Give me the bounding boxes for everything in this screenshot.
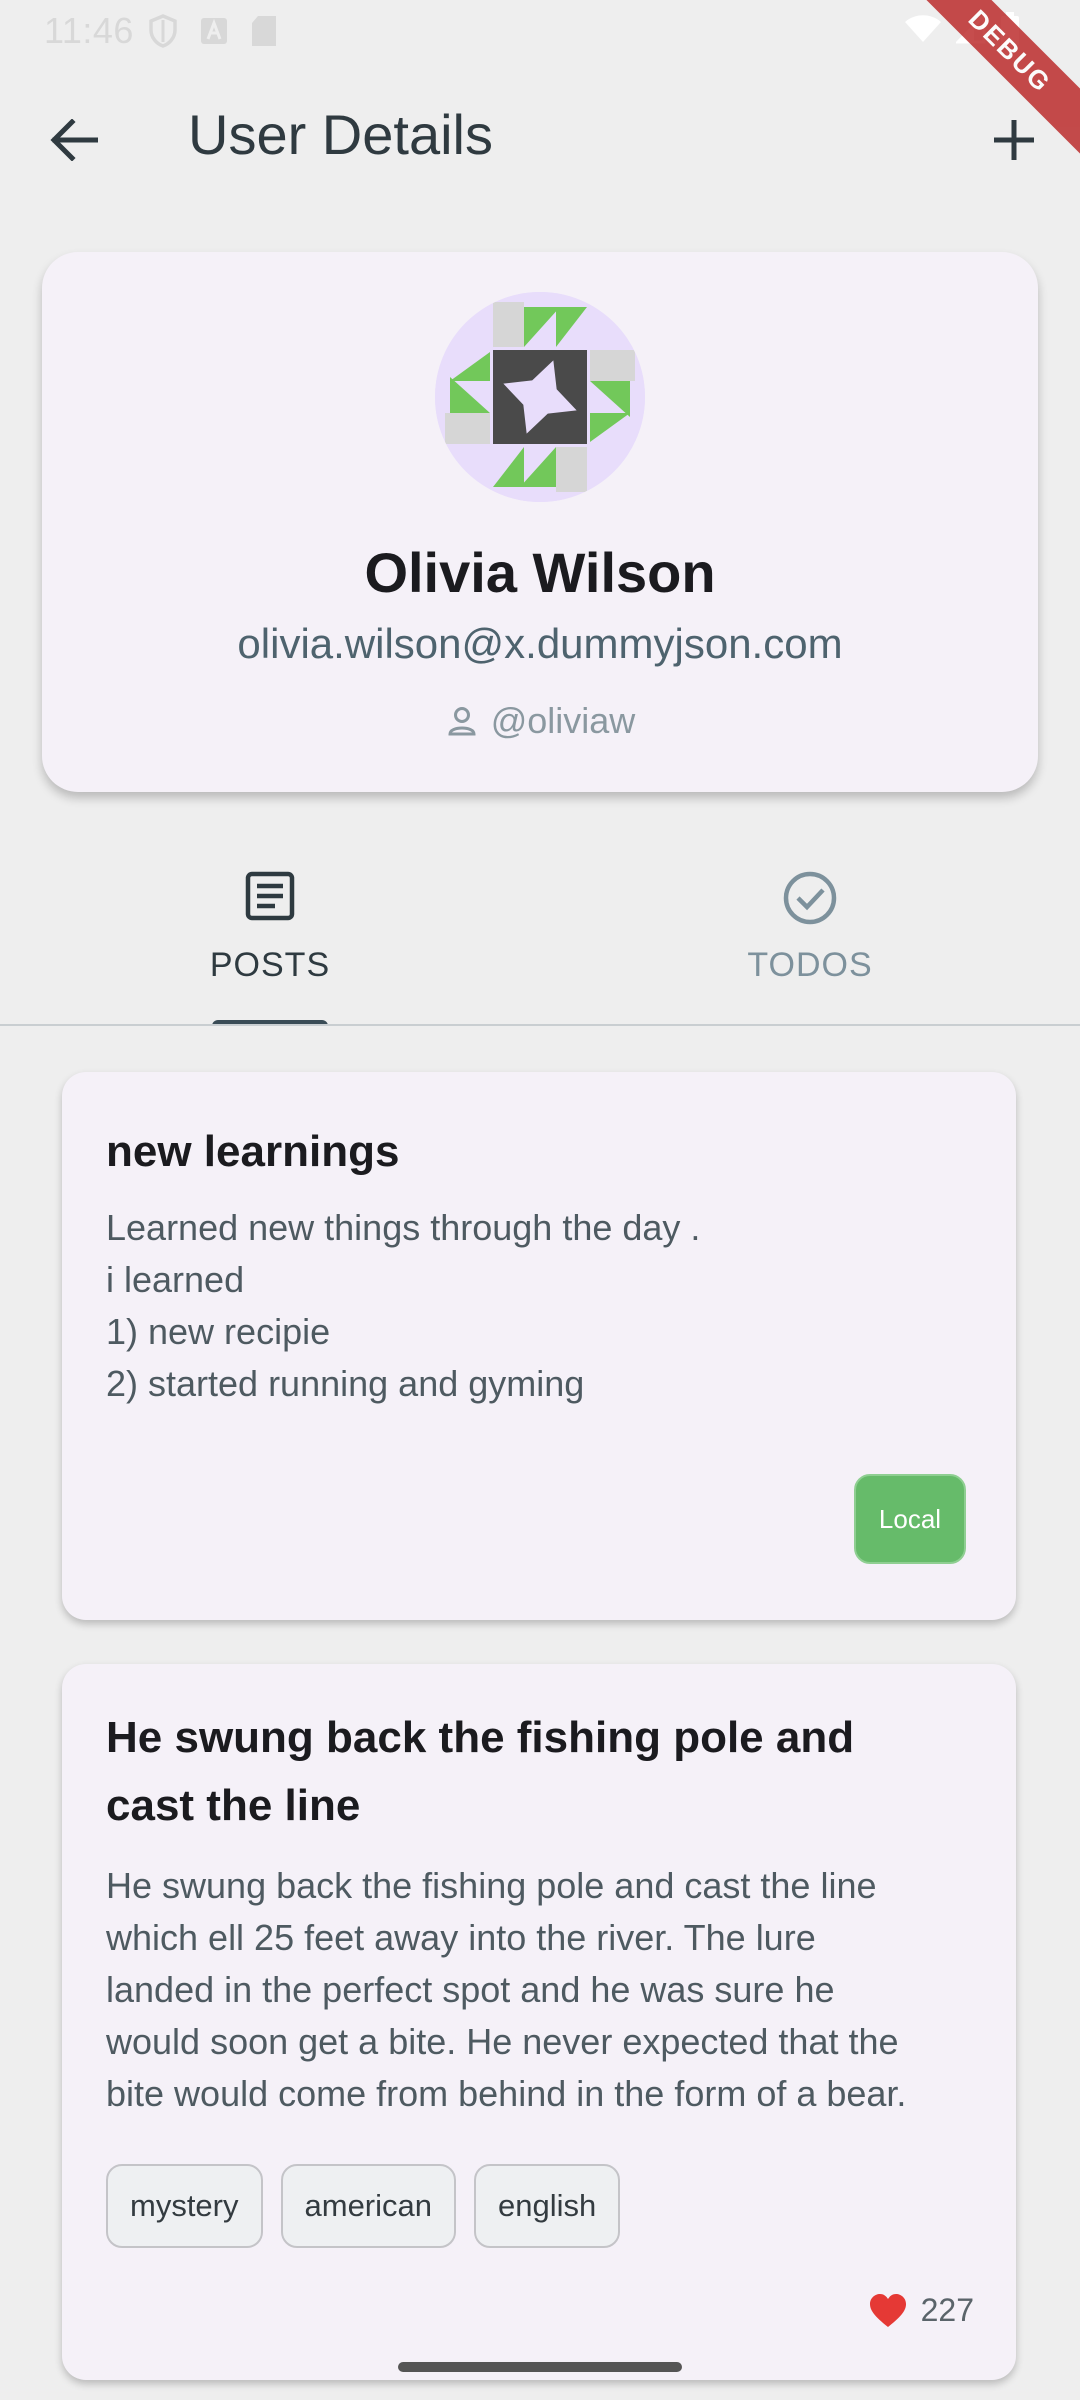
a-icon [201, 18, 227, 44]
profile-username-row: @oliviaw [42, 700, 1038, 742]
tag-list: mystery american english [106, 2164, 621, 2248]
post-card[interactable]: new learnings Learned new things through… [62, 1072, 1016, 1620]
app-bar: User Details [0, 62, 1080, 210]
article-icon [245, 871, 295, 921]
post-body-line: He swung back the fishing pole and cast … [106, 1865, 877, 1906]
back-button[interactable] [40, 106, 108, 174]
post-body-line: which ell 25 feet away into the river. T… [106, 1917, 816, 1958]
add-button[interactable] [980, 106, 1048, 174]
plus-icon [994, 120, 1034, 160]
tag-chip[interactable]: american [280, 2164, 456, 2248]
person-icon [448, 707, 476, 736]
status-time: 11:46 [44, 10, 134, 51]
heart-icon [869, 2293, 906, 2327]
profile-card: Olivia Wilson olivia.wilson@x.dummyjson.… [42, 252, 1038, 792]
wifi-icon [905, 15, 941, 42]
tab-posts-label: POSTS [209, 946, 331, 984]
shield-icon [149, 14, 177, 48]
tag-chip[interactable]: mystery [106, 2164, 263, 2248]
tab-bar: POSTS TODOS [0, 860, 1080, 1026]
tag-chip[interactable]: english [474, 2164, 621, 2248]
post-body-line: Learned new things through the day . [106, 1207, 701, 1248]
arrow-left-icon [50, 119, 98, 161]
status-icons-left [148, 14, 278, 48]
post-body: Learned new things through the day . i l… [106, 1202, 976, 1410]
post-body-line: would soon get a bite. He never expected… [106, 2021, 899, 2062]
post-body-line: landed in the perfect spot and he was su… [106, 1969, 835, 2010]
tab-todos[interactable]: TODOS [540, 860, 1080, 1026]
post-body-line: 1) new recipie [106, 1311, 331, 1352]
home-indicator[interactable] [398, 2362, 682, 2372]
page-title: User Details [188, 103, 493, 166]
post-title: new learnings [106, 1127, 400, 1176]
profile-name: Olivia Wilson [364, 541, 716, 604]
sd-card-icon [252, 16, 276, 46]
local-badge: Local [854, 1474, 966, 1564]
check-circle-icon [783, 871, 837, 925]
likes: 227 [869, 2292, 974, 2329]
tab-divider [0, 1024, 1080, 1026]
post-title-line: cast the line [106, 1781, 361, 1830]
post-title-line: He swung back the fishing pole and [106, 1713, 855, 1762]
avatar [435, 292, 645, 502]
post-body-line: i learned [106, 1259, 245, 1300]
likes-count: 227 [920, 2292, 974, 2328]
profile-email: olivia.wilson@x.dummyjson.com [237, 620, 843, 667]
tab-posts[interactable]: POSTS [0, 860, 540, 1026]
identicon-avatar [435, 292, 645, 502]
post-body-line: bite would come from behind in the form … [106, 2073, 907, 2114]
post-card[interactable]: He swung back the fishing pole and cast … [62, 1664, 1016, 2380]
status-bar: 11:46 [0, 0, 1080, 62]
post-body: He swung back the fishing pole and cast … [106, 1860, 976, 2120]
post-title: He swung back the fishing pole and cast … [106, 1704, 972, 1840]
tab-todos-label: TODOS [747, 946, 873, 984]
profile-username: @oliviaw [490, 700, 636, 741]
post-body-line: 2) started running and gyming [106, 1363, 585, 1404]
